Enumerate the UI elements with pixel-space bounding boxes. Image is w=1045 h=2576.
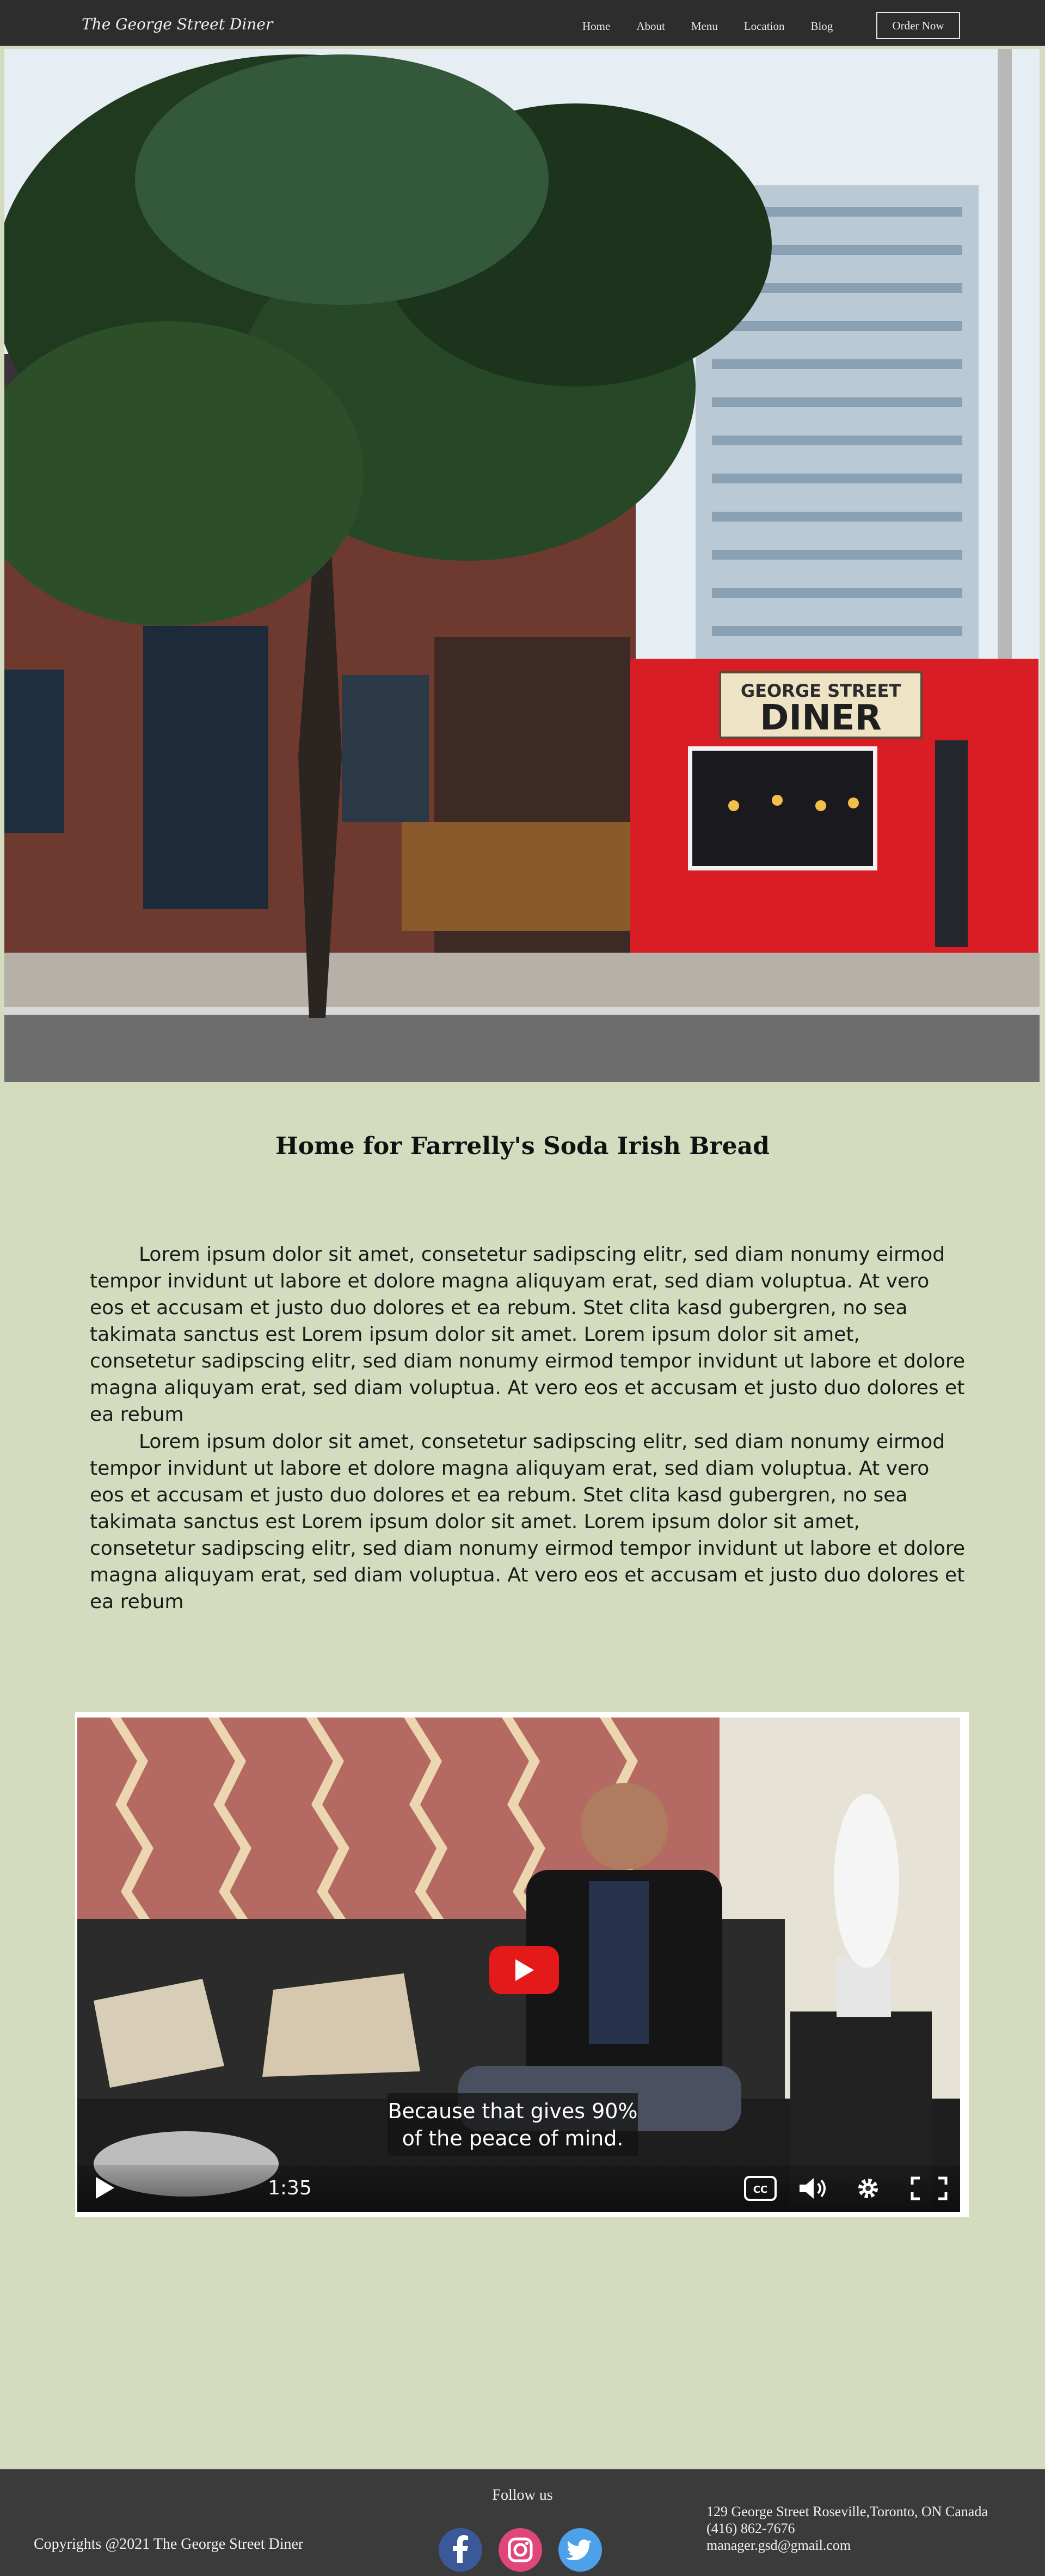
facebook-icon bbox=[453, 2535, 468, 2563]
video-time: 1:35 bbox=[268, 2177, 312, 2199]
nav-link-about[interactable]: About bbox=[636, 20, 665, 33]
phone: (416) 862-7676 bbox=[706, 2520, 795, 2536]
order-now-button[interactable]: Order Now bbox=[876, 12, 960, 39]
site-footer: Copyrights @2021 The George Street Diner… bbox=[0, 2469, 1045, 2576]
diner-sign-line2: DINER bbox=[760, 698, 882, 738]
volume-icon bbox=[800, 2178, 826, 2199]
play-icon bbox=[515, 1959, 534, 1981]
nav-link-location[interactable]: Location bbox=[744, 20, 785, 33]
social-links bbox=[439, 2528, 602, 2572]
nav-link-home[interactable]: Home bbox=[582, 20, 610, 33]
settings-control[interactable] bbox=[856, 2176, 881, 2204]
twitter-icon bbox=[566, 2540, 592, 2560]
video-caption-line2: of the peace of mind. bbox=[402, 2126, 624, 2150]
copyright: Copyrights @2021 The George Street Diner bbox=[34, 2536, 304, 2553]
top-nav: The George Street Diner Home About Menu … bbox=[0, 0, 1045, 46]
volume-control[interactable] bbox=[798, 2176, 829, 2204]
hero-illustration: GEORGE STREET DINER bbox=[4, 49, 1040, 1082]
play-control[interactable] bbox=[94, 2176, 115, 2203]
contact-info: 129 George Street Roseville,Toronto, ON … bbox=[706, 2503, 988, 2554]
follow-us-label: Follow us bbox=[492, 2487, 553, 2504]
intro-paragraph-2-text: Lorem ipsum dolor sit amet, consetetur s… bbox=[90, 1431, 966, 1613]
video-controls: 1:35 CC bbox=[77, 2165, 960, 2212]
fullscreen-icon bbox=[911, 2176, 948, 2200]
hero-image: GEORGE STREET DINER bbox=[4, 49, 1040, 1082]
settings-icon bbox=[858, 2179, 878, 2198]
email[interactable]: manager.gsd@gmail.com bbox=[706, 2537, 988, 2554]
video-caption: Because that gives 90% of the peace of m… bbox=[388, 2093, 638, 2156]
fullscreen-control[interactable] bbox=[910, 2176, 948, 2204]
play-icon bbox=[96, 2177, 114, 2199]
svg-text:CC: CC bbox=[753, 2184, 767, 2195]
nav-link-blog[interactable]: Blog bbox=[810, 20, 833, 33]
nav-link-menu[interactable]: Menu bbox=[691, 20, 718, 33]
intro-paragraph-1: Lorem ipsum dolor sit amet, consetetur s… bbox=[90, 1241, 969, 1428]
video-frame[interactable]: Because that gives 90% of the peace of m… bbox=[77, 1718, 960, 2212]
page-title: Home for Farrelly's Soda Irish Bread bbox=[275, 1132, 770, 1160]
intro-paragraph-1-text: Lorem ipsum dolor sit amet, consetetur s… bbox=[90, 1243, 966, 1426]
instagram-link[interactable] bbox=[499, 2528, 542, 2572]
instagram-icon bbox=[508, 2537, 533, 2562]
nav-links: Home About Menu Location Blog bbox=[582, 20, 833, 33]
site-brand[interactable]: The George Street Diner bbox=[82, 15, 273, 33]
captions-control[interactable]: CC bbox=[744, 2176, 777, 2204]
intro-paragraph-2: Lorem ipsum dolor sit amet, consetetur s… bbox=[90, 1428, 969, 1615]
address: 129 George Street Roseville,Toronto, ON … bbox=[706, 2504, 988, 2519]
twitter-link[interactable] bbox=[558, 2528, 602, 2572]
cc-icon: CC bbox=[744, 2176, 777, 2201]
video-caption-line1: Because that gives 90% bbox=[388, 2099, 638, 2123]
video-play-button[interactable] bbox=[489, 1946, 559, 1994]
facebook-link[interactable] bbox=[439, 2528, 482, 2572]
video-player[interactable]: Because that gives 90% of the peace of m… bbox=[75, 1712, 969, 2217]
